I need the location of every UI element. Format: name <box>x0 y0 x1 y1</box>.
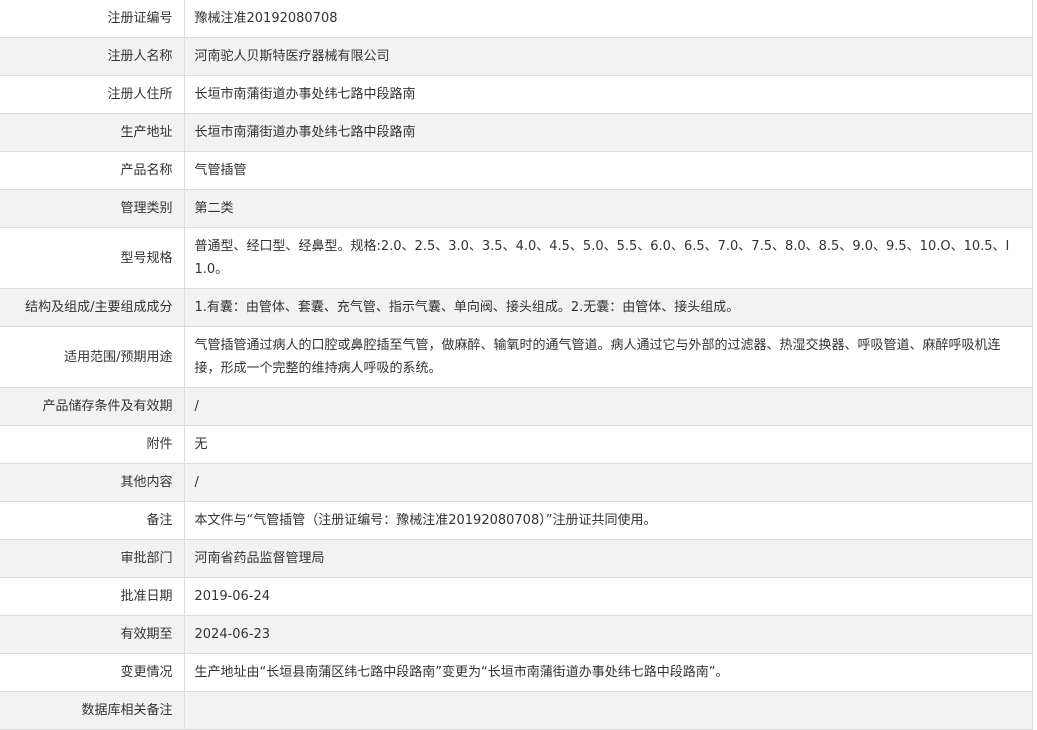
row-label: 注册证编号 <box>0 0 185 38</box>
table-row: 注册证编号 豫械注准20192080708 <box>0 0 1033 38</box>
table-row: 产品名称 气管插管 <box>0 151 1033 190</box>
row-value: 气管插管 <box>183 151 1033 190</box>
row-label: 备注 <box>0 501 185 540</box>
table-row: 注册人名称 河南驼人贝斯特医疗器械有限公司 <box>0 37 1033 76</box>
table-row: 备注 本文件与“气管插管（注册证编号：豫械注准20192080708）”注册证共… <box>0 501 1033 540</box>
row-label: 有效期至 <box>0 615 185 654</box>
row-value: 普通型、经口型、经鼻型。规格:2.0、2.5、3.0、3.5、4.0、4.5、5… <box>183 227 1033 289</box>
table-row: 适用范围/预期用途 气管插管通过病人的口腔或鼻腔插至气管，做麻醉、输氧时的通气管… <box>0 326 1033 388</box>
row-value <box>183 691 1033 730</box>
table-row: 注册人住所 长垣市南蒲街道办事处纬七路中段路南 <box>0 75 1033 114</box>
row-value: 第二类 <box>183 189 1033 228</box>
row-value: 河南驼人贝斯特医疗器械有限公司 <box>183 37 1033 76</box>
table-row: 生产地址 长垣市南蒲街道办事处纬七路中段路南 <box>0 113 1033 152</box>
table-row: 变更情况 生产地址由“长垣县南蒲区纬七路中段路南”变更为“长垣市南蒲街道办事处纬… <box>0 653 1033 692</box>
row-value: 气管插管通过病人的口腔或鼻腔插至气管，做麻醉、输氧时的通气管道。病人通过它与外部… <box>183 326 1033 388</box>
row-value: 2019-06-24 <box>183 577 1033 616</box>
row-value: 生产地址由“长垣县南蒲区纬七路中段路南”变更为“长垣市南蒲街道办事处纬七路中段路… <box>183 653 1033 692</box>
row-label: 注册人住所 <box>0 75 185 114</box>
row-label: 管理类别 <box>0 189 185 228</box>
row-value: 2024-06-23 <box>183 615 1033 654</box>
table-row: 审批部门 河南省药品监督管理局 <box>0 539 1033 578</box>
row-value: / <box>183 463 1033 502</box>
row-label: 生产地址 <box>0 113 185 152</box>
row-value: 河南省药品监督管理局 <box>183 539 1033 578</box>
row-value: 长垣市南蒲街道办事处纬七路中段路南 <box>183 75 1033 114</box>
table-row: 结构及组成/主要组成成分 1.有囊：由管体、套囊、充气管、指示气囊、单向阀、接头… <box>0 288 1033 327</box>
row-label: 产品储存条件及有效期 <box>0 387 185 426</box>
table-row: 管理类别 第二类 <box>0 189 1033 228</box>
row-value: 1.有囊：由管体、套囊、充气管、指示气囊、单向阀、接头组成。2.无囊：由管体、接… <box>183 288 1033 327</box>
table-row: 数据库相关备注 <box>0 691 1033 730</box>
table-row: 其他内容 / <box>0 463 1033 502</box>
row-label: 产品名称 <box>0 151 185 190</box>
row-label: 其他内容 <box>0 463 185 502</box>
row-label: 附件 <box>0 425 185 464</box>
table-row: 产品储存条件及有效期 / <box>0 387 1033 426</box>
row-value: 长垣市南蒲街道办事处纬七路中段路南 <box>183 113 1033 152</box>
registration-detail-table: 注册证编号 豫械注准20192080708 注册人名称 河南驼人贝斯特医疗器械有… <box>0 0 1033 730</box>
row-label: 结构及组成/主要组成成分 <box>0 288 185 327</box>
row-value: 豫械注准20192080708 <box>183 0 1033 38</box>
row-value: 本文件与“气管插管（注册证编号：豫械注准20192080708）”注册证共同使用… <box>183 501 1033 540</box>
row-label: 审批部门 <box>0 539 185 578</box>
row-label: 适用范围/预期用途 <box>0 326 185 388</box>
row-value: / <box>183 387 1033 426</box>
table-row: 附件 无 <box>0 425 1033 464</box>
row-label: 变更情况 <box>0 653 185 692</box>
row-value: 无 <box>183 425 1033 464</box>
row-label: 数据库相关备注 <box>0 691 185 730</box>
table-row: 型号规格 普通型、经口型、经鼻型。规格:2.0、2.5、3.0、3.5、4.0、… <box>0 227 1033 289</box>
row-label: 批准日期 <box>0 577 185 616</box>
table-row: 有效期至 2024-06-23 <box>0 615 1033 654</box>
row-label: 注册人名称 <box>0 37 185 76</box>
row-label: 型号规格 <box>0 227 185 289</box>
table-row: 批准日期 2019-06-24 <box>0 577 1033 616</box>
